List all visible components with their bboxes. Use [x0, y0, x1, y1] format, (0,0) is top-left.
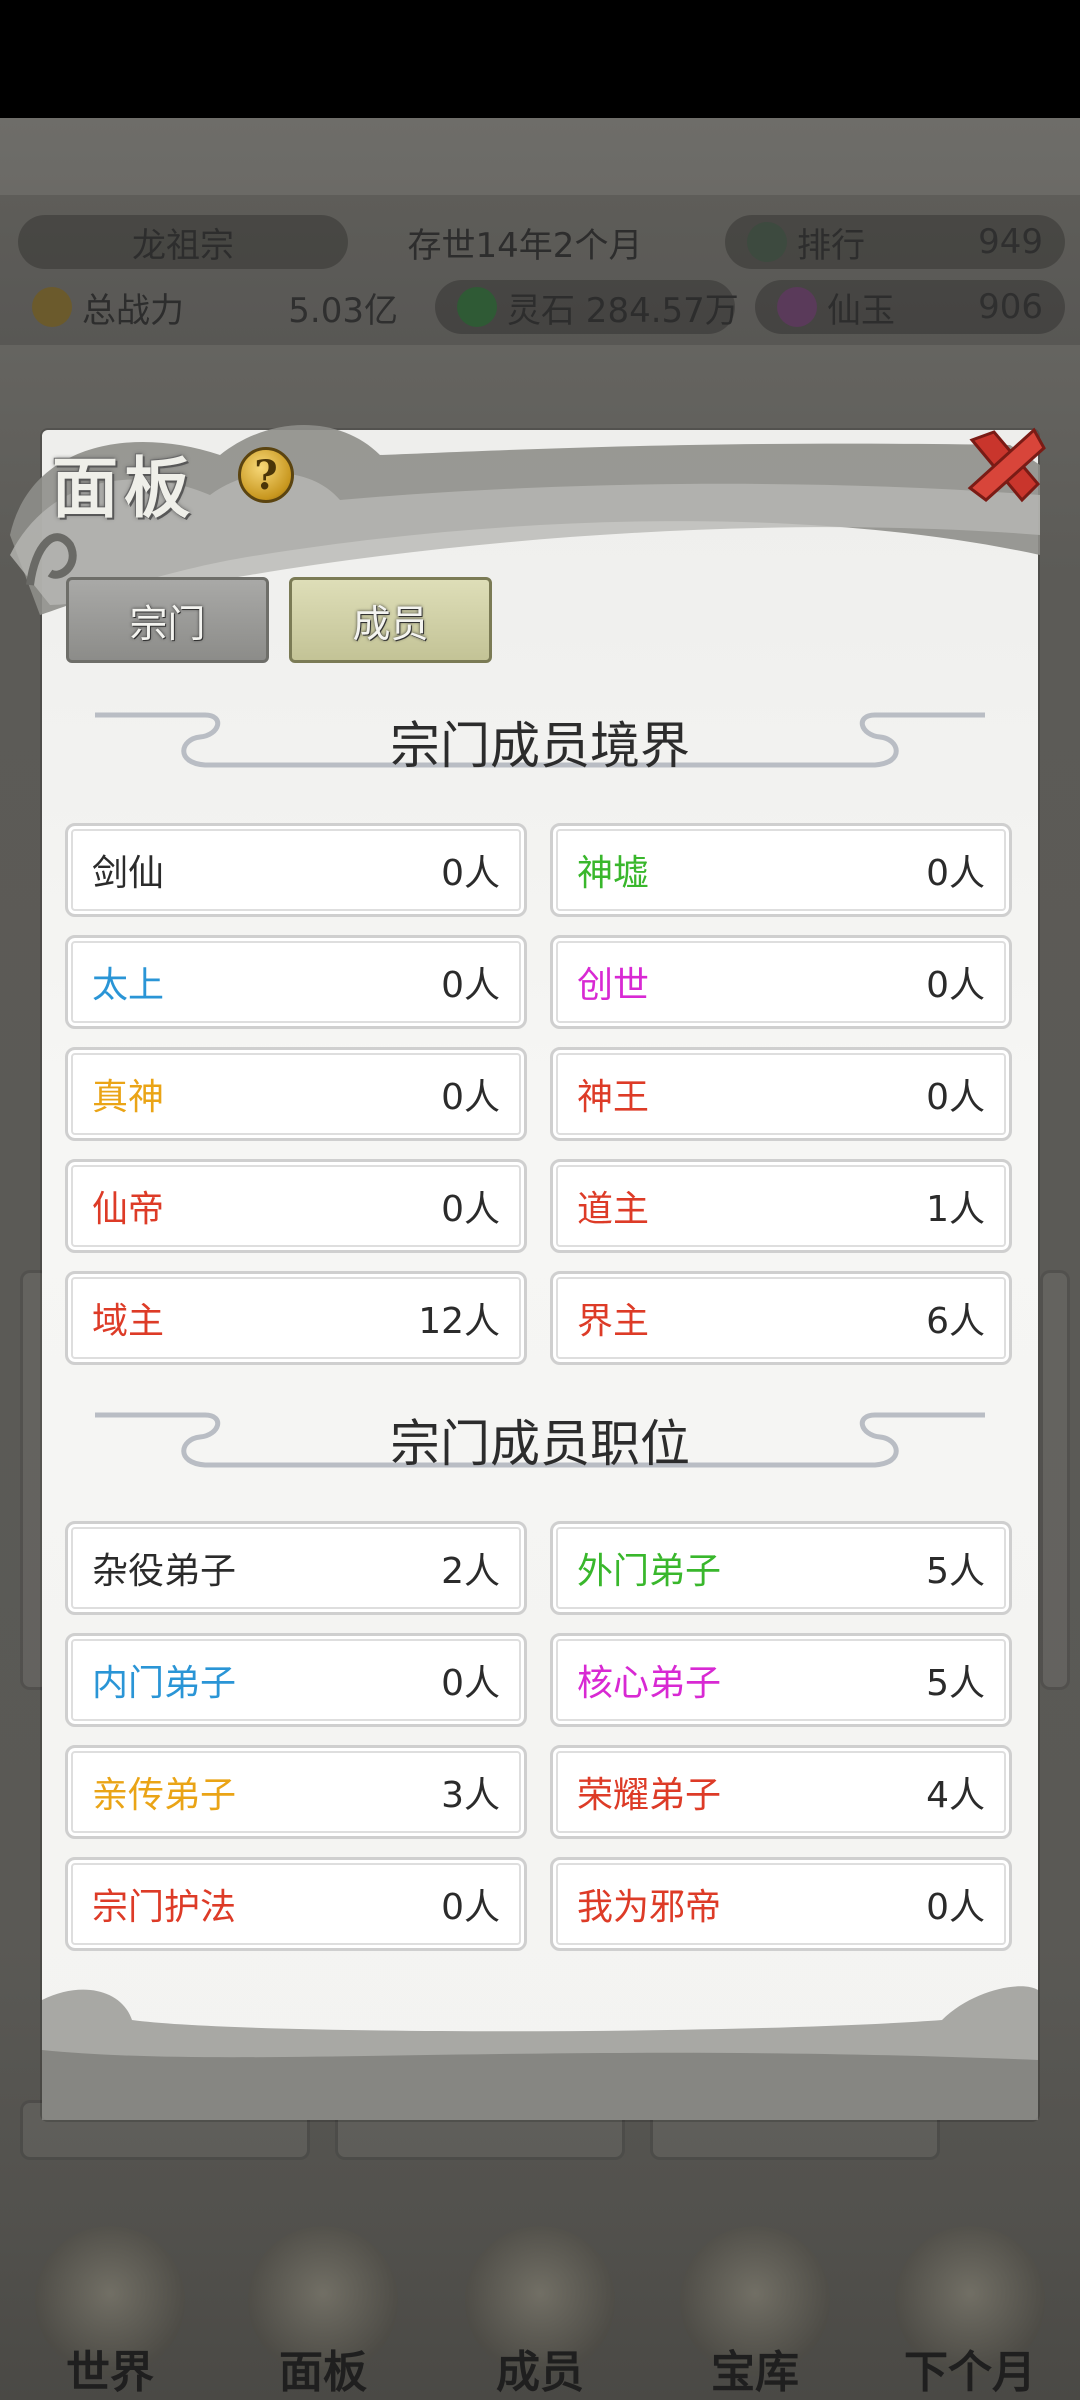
realm-name: 太上 — [92, 965, 165, 1006]
position-card: 杂役弟子 2人 — [65, 1521, 527, 1615]
position-name: 宗门护法 — [92, 1887, 237, 1928]
position-card: 核心弟子 5人 — [550, 1633, 1012, 1727]
nav-members[interactable]: 成员 — [445, 2200, 635, 2400]
status-bar — [0, 0, 1080, 118]
realm-name: 神王 — [577, 1077, 650, 1118]
spirit-stone-icon — [457, 287, 497, 327]
tab-members[interactable]: 成员 — [289, 577, 492, 663]
realm-section-title: 宗门成员境界 — [390, 717, 690, 775]
position-name: 亲传弟子 — [92, 1775, 237, 1816]
panel-title: 面板 — [52, 449, 196, 527]
realm-card: 神王 0人 — [550, 1047, 1012, 1141]
position-section-title: 宗门成员职位 — [390, 1415, 690, 1473]
realm-card: 界主 6人 — [550, 1271, 1012, 1365]
realm-name: 域主 — [92, 1301, 165, 1342]
position-card: 内门弟子 0人 — [65, 1633, 527, 1727]
nav-world[interactable]: 世界 — [15, 2200, 205, 2400]
realm-count: 1人 — [926, 1189, 985, 1230]
nav-panel[interactable]: 面板 — [228, 2200, 418, 2400]
position-count: 0人 — [441, 1663, 500, 1704]
position-count: 3人 — [441, 1775, 500, 1816]
sect-age: 存世14年2个月 — [407, 225, 643, 266]
realm-card: 真神 0人 — [65, 1047, 527, 1141]
realm-count: 0人 — [441, 853, 500, 894]
jade-label: 仙玉 — [827, 290, 895, 331]
realm-card: 剑仙 0人 — [65, 823, 527, 917]
realm-count: 0人 — [441, 1077, 500, 1118]
position-card: 荣耀弟子 4人 — [550, 1745, 1012, 1839]
tab-members-label: 成员 — [352, 601, 429, 646]
realm-count: 12人 — [418, 1301, 500, 1342]
jade-pill: 仙玉 906 — [755, 280, 1065, 334]
realm-card: 太上 0人 — [65, 935, 527, 1029]
position-name: 外门弟子 — [577, 1551, 722, 1592]
position-name: 杂役弟子 — [92, 1551, 237, 1592]
position-count: 0人 — [441, 1887, 500, 1928]
realm-name: 界主 — [577, 1301, 650, 1342]
tab-sect-label: 宗门 — [129, 601, 206, 646]
realm-name: 真神 — [92, 1077, 165, 1118]
sect-name: 龙祖宗 — [132, 225, 234, 266]
power-icon — [32, 287, 72, 327]
close-icon — [967, 427, 1046, 503]
jade-value: 906 — [978, 287, 1043, 327]
realm-count: 0人 — [926, 965, 985, 1006]
panel-bottom-cloud — [42, 1986, 1038, 2120]
position-count: 5人 — [926, 1551, 985, 1592]
help-icon[interactable]: ? — [238, 447, 294, 503]
close-button[interactable] — [960, 420, 1050, 510]
power-pill: 总战力 5.03亿 — [10, 280, 420, 334]
position-count: 5人 — [926, 1663, 985, 1704]
realm-card: 道主 1人 — [550, 1159, 1012, 1253]
nav-treasury-label: 宝库 — [711, 2347, 799, 2398]
realm-name: 仙帝 — [92, 1189, 165, 1230]
realm-name: 创世 — [577, 965, 650, 1006]
sect-name-pill: 龙祖宗 — [18, 215, 348, 269]
realm-card: 域主 12人 — [65, 1271, 527, 1365]
rank-pill[interactable]: 排行 949 — [725, 215, 1065, 269]
position-card: 外门弟子 5人 — [550, 1521, 1012, 1615]
spirit-stone-value: 灵石 284.57万 — [507, 290, 739, 331]
realm-count: 0人 — [926, 1077, 985, 1118]
nav-next-month[interactable]: 下个月 — [875, 2200, 1065, 2400]
nav-next-month-label: 下个月 — [904, 2347, 1036, 2398]
rank-label: 排行 — [797, 225, 865, 266]
rank-value: 949 — [978, 222, 1043, 262]
position-count: 0人 — [926, 1887, 985, 1928]
realm-name: 剑仙 — [92, 853, 165, 894]
position-name: 内门弟子 — [92, 1663, 237, 1704]
power-label: 总战力 — [82, 290, 184, 331]
nav-panel-label: 面板 — [279, 2347, 367, 2398]
power-value: 5.03亿 — [288, 290, 398, 331]
position-name: 荣耀弟子 — [577, 1775, 722, 1816]
spirit-stone-pill: 灵石 284.57万 — [435, 280, 739, 334]
position-name: 我为邪帝 — [577, 1887, 722, 1928]
realm-count: 0人 — [441, 965, 500, 1006]
realm-count: 0人 — [926, 853, 985, 894]
jade-icon — [777, 287, 817, 327]
realm-card: 创世 0人 — [550, 935, 1012, 1029]
realm-name: 神墟 — [577, 853, 650, 894]
nav-members-label: 成员 — [496, 2347, 584, 2398]
nav-world-label: 世界 — [66, 2347, 154, 2398]
realm-count: 6人 — [926, 1301, 985, 1342]
realm-card: 仙帝 0人 — [65, 1159, 527, 1253]
sect-age-pill: 存世14年2个月 — [360, 215, 690, 269]
position-name: 核心弟子 — [577, 1663, 722, 1704]
nav-treasury[interactable]: 宝库 — [660, 2200, 850, 2400]
rank-icon — [747, 222, 787, 262]
realm-count: 0人 — [441, 1189, 500, 1230]
bg-side-right — [1040, 1270, 1070, 1690]
position-card: 宗门护法 0人 — [65, 1857, 527, 1951]
position-card: 亲传弟子 3人 — [65, 1745, 527, 1839]
position-card: 我为邪帝 0人 — [550, 1857, 1012, 1951]
realm-card: 神墟 0人 — [550, 823, 1012, 917]
realm-name: 道主 — [577, 1189, 650, 1230]
position-count: 2人 — [441, 1551, 500, 1592]
position-count: 4人 — [926, 1775, 985, 1816]
tab-sect[interactable]: 宗门 — [66, 577, 269, 663]
